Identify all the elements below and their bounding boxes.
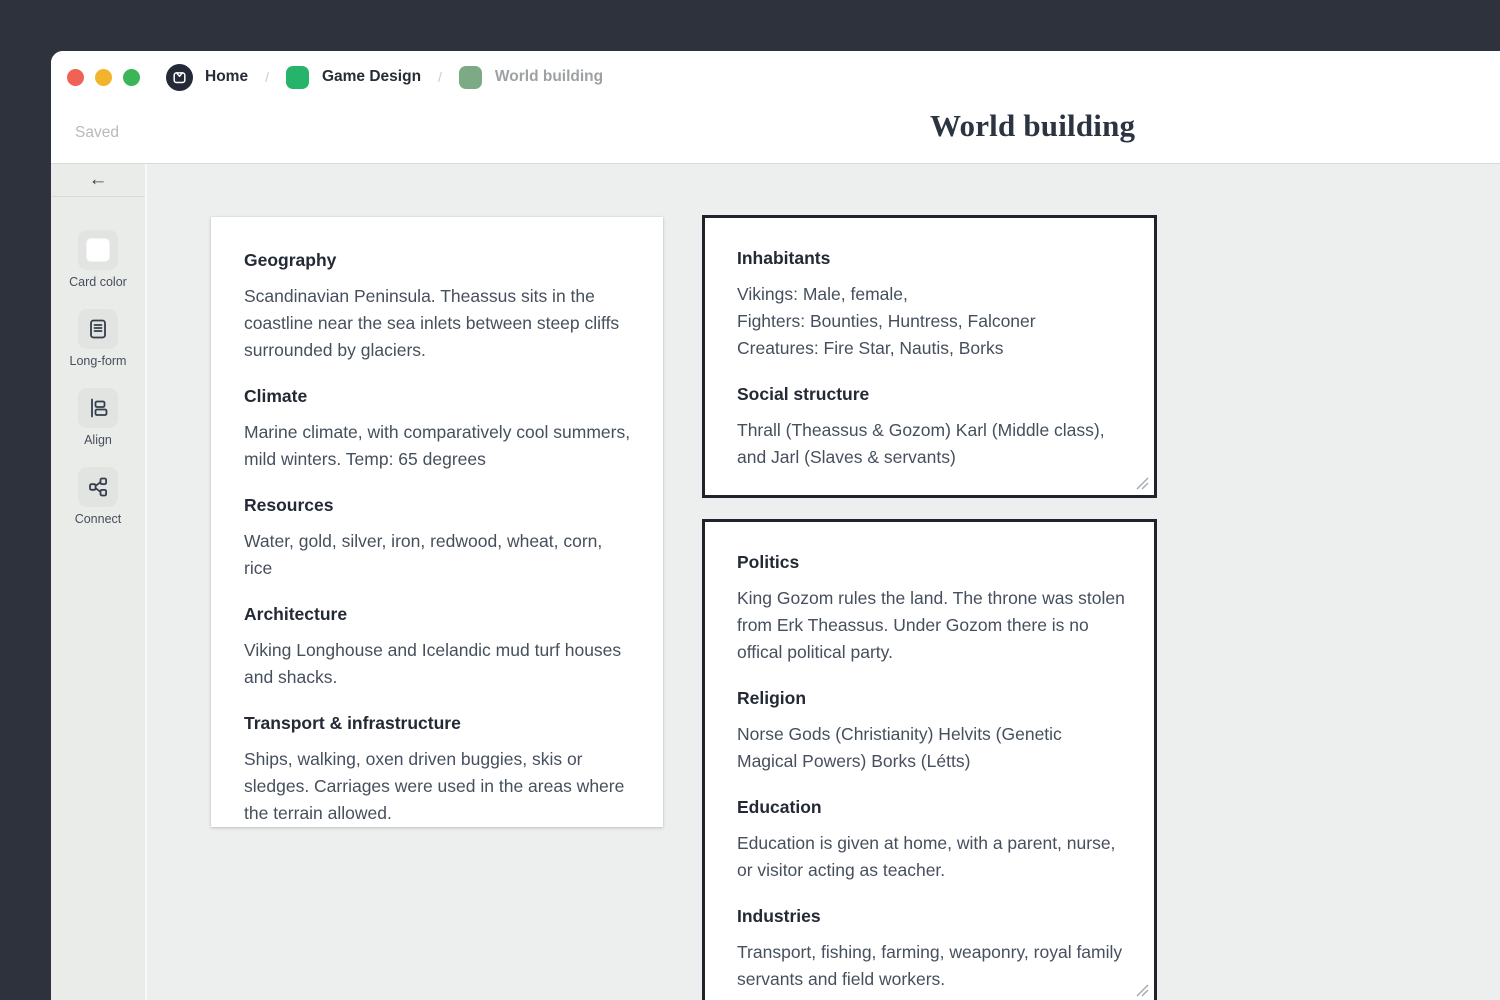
board-canvas[interactable]: Geography Scandinavian Peninsula. Theass… — [147, 164, 1500, 1000]
milanote-logo-icon — [166, 64, 193, 91]
board-icon-green — [286, 66, 309, 89]
breadcrumb-separator: / — [438, 69, 442, 85]
titlebar: Home / Game Design / World building — [51, 51, 1500, 103]
resize-handle-icon[interactable] — [1133, 474, 1149, 490]
section-body: Education is given at home, with a paren… — [737, 830, 1126, 884]
header: Home / Game Design / World building Save… — [51, 51, 1500, 164]
page-title[interactable]: World building — [930, 108, 1135, 144]
minimize-window-button[interactable] — [95, 69, 112, 86]
breadcrumb-game-design-label: Game Design — [322, 68, 421, 86]
section-body: Marine climate, with comparatively cool … — [244, 419, 633, 473]
section-heading: Geography — [244, 250, 633, 271]
back-arrow-icon: ← — [89, 169, 108, 191]
section-heading: Industries — [737, 906, 1126, 927]
app-window: Home / Game Design / World building Save… — [51, 51, 1500, 1000]
section-body: Thrall (Theassus & Gozom) Karl (Middle c… — [737, 417, 1126, 471]
tool-card-color[interactable]: Card color — [69, 230, 127, 289]
connect-nodes-icon — [78, 467, 118, 507]
workspace: ← Card color — [51, 164, 1500, 1000]
long-form-document-icon — [78, 309, 118, 349]
close-window-button[interactable] — [67, 69, 84, 86]
card-color-swatch-icon — [78, 230, 118, 270]
zoom-window-button[interactable] — [123, 69, 140, 86]
section-body: Transport, fishing, farming, weaponry, r… — [737, 939, 1126, 993]
breadcrumb-separator: / — [265, 69, 269, 85]
section-body: Scandinavian Peninsula. Theassus sits in… — [244, 283, 633, 364]
section-heading: Politics — [737, 552, 1126, 573]
politics-card[interactable]: Politics King Gozom rules the land. The … — [702, 519, 1157, 1000]
breadcrumb-home-label: Home — [205, 68, 248, 86]
breadcrumb-world-building[interactable]: World building — [459, 66, 603, 89]
section-body: King Gozom rules the land. The throne wa… — [737, 585, 1126, 666]
save-status: Saved — [75, 124, 119, 142]
board-icon-muted-green — [459, 66, 482, 89]
tool-label: Connect — [75, 512, 122, 526]
section-body: Norse Gods (Christianity) Helvits (Genet… — [737, 721, 1126, 775]
app-screen: { "window": { "breadcrumb": { "separator… — [0, 0, 1500, 1000]
tool-label: Align — [84, 433, 112, 447]
inhabitants-card[interactable]: Inhabitants Vikings: Male, female, Fight… — [702, 215, 1157, 498]
resize-handle-icon[interactable] — [1133, 981, 1149, 997]
breadcrumb-game-design[interactable]: Game Design — [286, 66, 421, 89]
breadcrumb-world-building-label: World building — [495, 68, 603, 86]
geography-card[interactable]: Geography Scandinavian Peninsula. Theass… — [211, 217, 663, 827]
tool-connect[interactable]: Connect — [75, 467, 122, 526]
section-heading: Resources — [244, 495, 633, 516]
tool-list: Card color Long-form — [69, 197, 127, 546]
collapse-sidebar-button[interactable]: ← — [51, 164, 145, 196]
section-body: Viking Longhouse and Icelandic mud turf … — [244, 637, 633, 691]
section-heading: Transport & infrastructure — [244, 713, 633, 734]
breadcrumb-home[interactable]: Home — [151, 64, 248, 91]
section-body: Water, gold, silver, iron, redwood, whea… — [244, 528, 633, 582]
section-heading: Education — [737, 797, 1126, 818]
section-heading: Social structure — [737, 384, 1126, 405]
tool-long-form[interactable]: Long-form — [70, 309, 127, 368]
section-body: Vikings: Male, female, Fighters: Bountie… — [737, 281, 1126, 362]
section-heading: Climate — [244, 386, 633, 407]
current-color-swatch — [86, 238, 110, 262]
tool-label: Long-form — [70, 354, 127, 368]
section-body: Ships, walking, oxen driven buggies, ski… — [244, 746, 633, 827]
align-left-icon — [78, 388, 118, 428]
section-heading: Religion — [737, 688, 1126, 709]
tool-label: Card color — [69, 275, 127, 289]
tool-align[interactable]: Align — [78, 388, 118, 447]
section-heading: Architecture — [244, 604, 633, 625]
section-heading: Inhabitants — [737, 248, 1126, 269]
toolbar-sidebar: ← Card color — [51, 164, 147, 1000]
